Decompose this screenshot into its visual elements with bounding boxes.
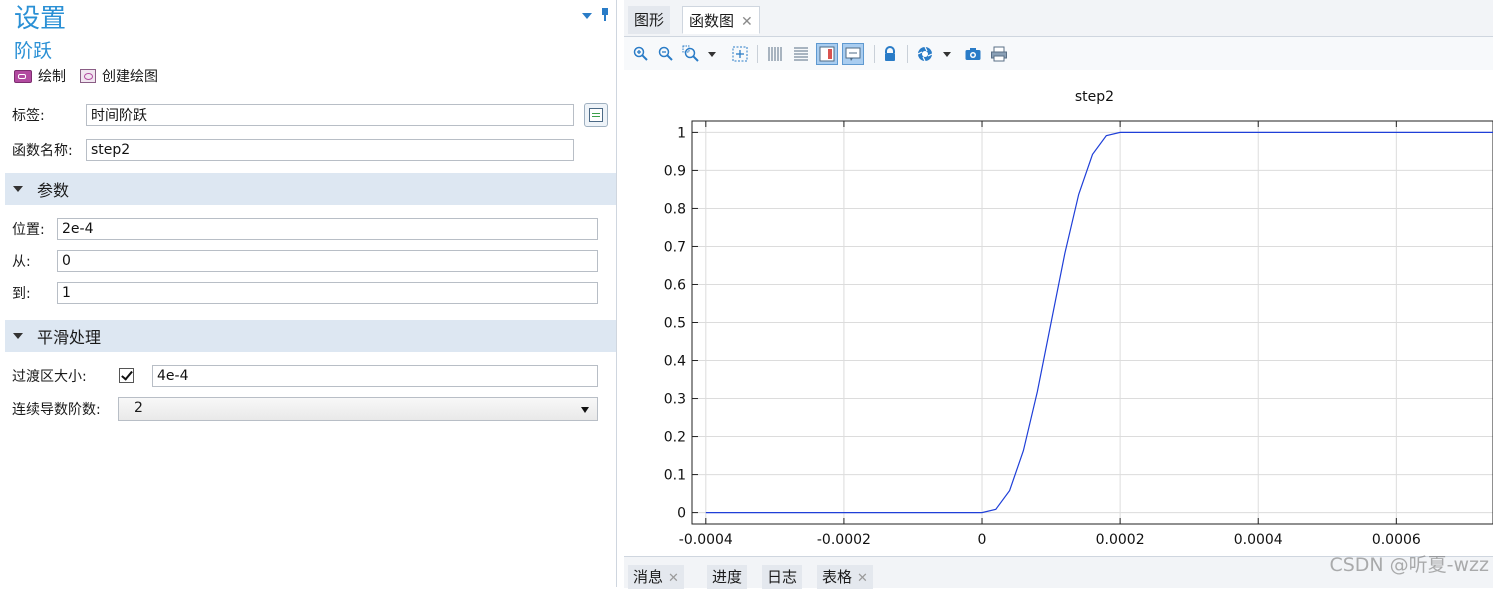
tab-log-label: 日志 (767, 568, 798, 586)
plot-button[interactable]: 绘制 (14, 66, 66, 86)
tab-graphics-label: 图形 (634, 11, 665, 29)
close-icon[interactable]: ✕ (857, 571, 868, 586)
toolbar-separator (757, 45, 758, 63)
image-snapshot-icon[interactable] (916, 45, 934, 63)
description-button[interactable] (584, 103, 608, 127)
section-parameters[interactable]: 参数 (5, 173, 616, 205)
tab-messages[interactable]: 消息 ✕ (628, 565, 684, 589)
to-label: 到: (12, 286, 31, 302)
transition-size-checkbox[interactable] (119, 368, 134, 383)
tab-graphics[interactable]: 图形 (628, 6, 671, 34)
plot-icon (14, 69, 32, 83)
node-type-title: 阶跃 (14, 40, 53, 62)
x-tick-label: -0.0004 (679, 532, 733, 548)
function-plot: -0.0004 -0.0002 0 0.0002 0.0004 0.0006 0 0.1 0.2… (664, 89, 1493, 548)
section-smoothing-label: 平滑处理 (37, 328, 102, 347)
toolbar-separator (874, 45, 875, 63)
tab-table[interactable]: 表格 ✕ (817, 565, 873, 589)
zoom-extents-icon[interactable] (731, 45, 749, 63)
camera-icon[interactable] (964, 45, 982, 63)
close-icon[interactable]: ✕ (741, 14, 753, 30)
panel-menu-icon[interactable] (582, 13, 592, 19)
x-tick-label: 0 (978, 532, 987, 548)
create-plot-icon (80, 69, 96, 83)
collapse-arrow-icon (13, 186, 23, 192)
from-label: 从: (12, 254, 31, 270)
y-tick-label: 0.2 (664, 430, 686, 446)
zoom-in-icon[interactable] (632, 45, 650, 63)
chart-title: step2 (1075, 89, 1114, 105)
y-tick-label: 0.4 (664, 354, 686, 370)
toolbar-separator (907, 45, 908, 63)
y-tick-label: 1 (677, 125, 686, 141)
section-smoothing[interactable]: 平滑处理 (5, 320, 616, 352)
tab-table-label: 表格 (822, 568, 853, 586)
location-input[interactable] (57, 218, 598, 240)
graphics-panel: 图形 函数图 ✕ -0.0004 -0.0002 0 0.0002 0.0004… (624, 0, 1493, 589)
zoom-out-icon[interactable] (657, 45, 675, 63)
watermark: CSDN @听夏-wzz (1329, 554, 1489, 576)
function-name-input[interactable] (86, 139, 574, 161)
tab-progress[interactable]: 进度 (707, 565, 748, 589)
tab-progress-label: 进度 (712, 568, 743, 586)
label-field-label: 标签: (12, 108, 45, 124)
tab-function-plot-label: 函数图 (689, 12, 735, 30)
x-tick-label: 0.0006 (1372, 532, 1421, 548)
close-icon[interactable]: ✕ (668, 571, 679, 586)
zoom-box-icon[interactable] (682, 45, 700, 63)
y-tick-label: 0.5 (664, 316, 686, 332)
y-tick-label: 0.6 (664, 277, 686, 293)
y-grid-icon[interactable] (792, 45, 810, 63)
collapse-arrow-icon (13, 333, 23, 339)
dropdown-arrow-icon (581, 407, 589, 413)
section-parameters-label: 参数 (37, 181, 70, 200)
tab-messages-label: 消息 (633, 568, 664, 586)
tab-function-plot[interactable]: 函数图 ✕ (682, 6, 760, 34)
plot-toolbar (624, 37, 1493, 70)
plot-label: 绘制 (38, 69, 66, 85)
create-plot-button[interactable]: 创建绘图 (80, 66, 158, 86)
transition-size-input[interactable] (152, 365, 598, 387)
tab-log[interactable]: 日志 (762, 565, 803, 589)
panel-title: 设置 (14, 4, 67, 34)
transition-size-label: 过渡区大小: (12, 369, 87, 385)
pin-icon[interactable] (600, 8, 610, 22)
y-tick-label: 0 (677, 506, 686, 522)
y-tick-label: 0.7 (664, 239, 686, 255)
x-grid-icon[interactable] (766, 45, 784, 63)
x-tick-label: 0.0002 (1096, 532, 1145, 548)
from-input[interactable] (57, 250, 598, 272)
graphics-tabbar: 图形 函数图 ✕ (624, 0, 1493, 37)
action-bar: 绘制 创建绘图 (14, 66, 172, 86)
y-tick-label: 0.8 (664, 201, 686, 217)
snapshot-dropdown-arrow-icon[interactable] (941, 45, 953, 63)
settings-panel: 设置 阶跃 绘制 创建绘图 标签: 函数名称: 参数 位置: 从: 到: 平滑处… (0, 0, 617, 587)
continuity-select[interactable]: 2 (118, 397, 598, 421)
function-name-label: 函数名称: (12, 143, 73, 159)
label-input[interactable] (86, 104, 574, 126)
x-tick-label: -0.0002 (817, 532, 871, 548)
zoom-dropdown-arrow-icon[interactable] (706, 45, 718, 63)
tooltip-icon[interactable] (842, 43, 864, 65)
print-icon[interactable] (990, 45, 1008, 63)
location-label: 位置: (12, 222, 45, 238)
legend-icon[interactable] (816, 43, 838, 65)
continuity-value: 2 (134, 400, 143, 416)
create-plot-label: 创建绘图 (102, 69, 158, 85)
to-input[interactable] (57, 282, 598, 304)
x-tick-label: 0.0004 (1234, 532, 1283, 548)
plot-area[interactable]: -0.0004 -0.0002 0 0.0002 0.0004 0.0006 0 0.1 0.2… (624, 70, 1493, 552)
y-tick-label: 0.3 (664, 392, 686, 408)
panel-header-controls (582, 8, 610, 22)
y-tick-label: 0.9 (664, 163, 686, 179)
lock-icon[interactable] (881, 45, 899, 63)
continuity-label: 连续导数阶数: (12, 402, 101, 418)
y-tick-label: 0.1 (664, 468, 686, 484)
